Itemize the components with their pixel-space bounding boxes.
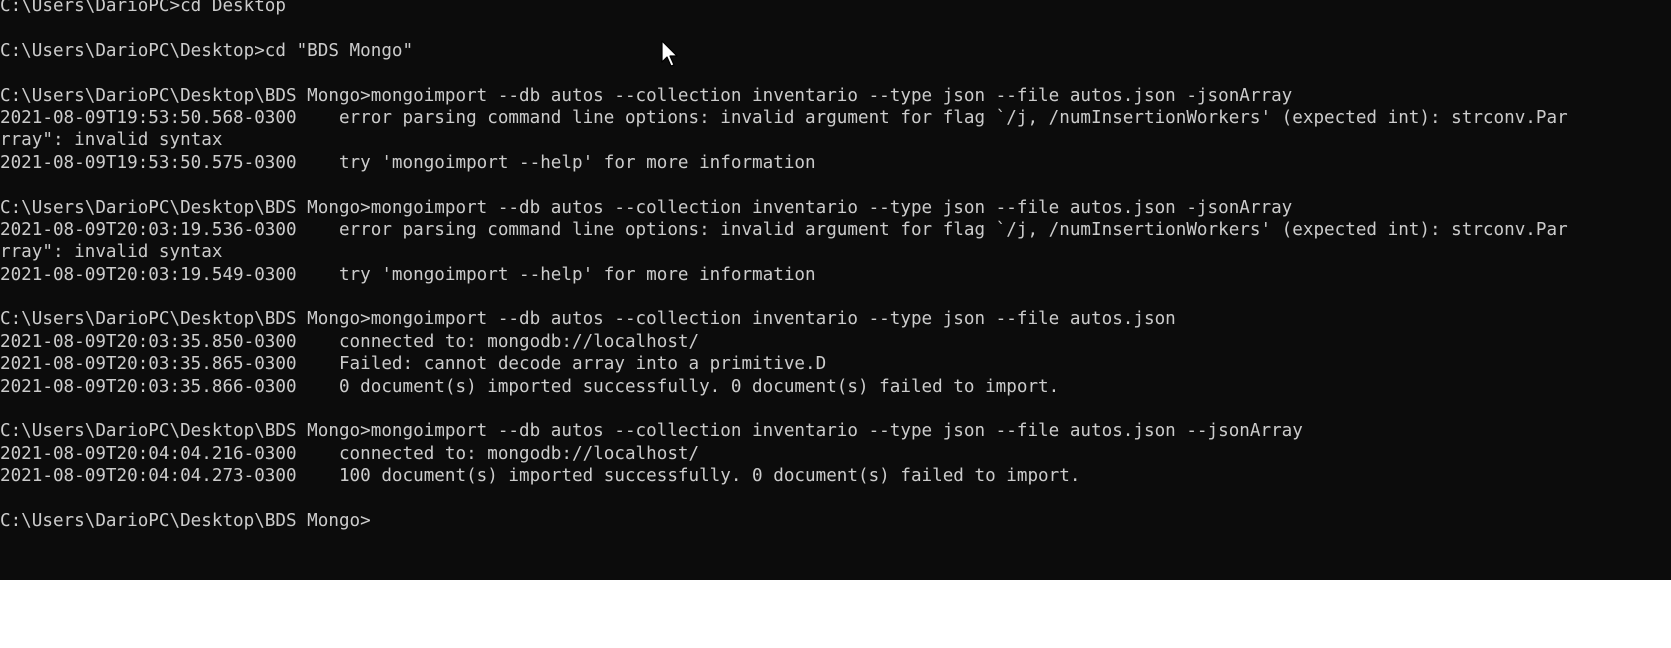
terminal-line: 2021-08-09T20:04:04.273-0300 100 documen… [0,466,1081,487]
terminal-line: C:\Users\DarioPC\Desktop\BDS Mongo>mongo… [0,421,1303,442]
terminal-line: 2021-08-09T19:53:50.568-0300 error parsi… [0,107,1568,128]
terminal-window[interactable]: C:\Users\DarioPC>cd Desktop C:\Users\Dari… [0,0,1671,580]
terminal-line: C:\Users\DarioPC\Desktop\BDS Mongo>mongo… [0,309,1176,330]
terminal-line: 2021-08-09T20:03:35.865-0300 Failed: can… [0,354,827,375]
terminal-line: rray": invalid syntax [0,242,223,263]
terminal-line: C:\Users\DarioPC\Desktop\BDS Mongo> [0,510,371,531]
terminal-line: 2021-08-09T20:04:04.216-0300 connected t… [0,443,700,464]
terminal-line: C:\Users\DarioPC\Desktop\BDS Mongo>mongo… [0,85,1293,106]
terminal-line: 2021-08-09T20:03:35.866-0300 0 document(… [0,376,1060,397]
terminal-line: C:\Users\DarioPC\Desktop\BDS Mongo>mongo… [0,197,1293,218]
terminal-line: 2021-08-09T20:03:35.850-0300 connected t… [0,331,700,352]
terminal-line: 2021-08-09T20:03:19.536-0300 error parsi… [0,219,1568,240]
terminal-line: C:\Users\DarioPC>cd Desktop [0,0,286,16]
terminal-line: C:\Users\DarioPC\Desktop>cd "BDS Mongo" [0,40,414,61]
terminal-line: rray": invalid syntax [0,130,223,151]
terminal-line: 2021-08-09T19:53:50.575-0300 try 'mongoi… [0,152,816,173]
mouse-pointer-icon [661,40,678,67]
blank-area [0,580,1671,648]
terminal-line: 2021-08-09T20:03:19.549-0300 try 'mongoi… [0,264,816,285]
terminal-output: C:\Users\DarioPC>cd Desktop C:\Users\Dari… [0,0,1568,532]
